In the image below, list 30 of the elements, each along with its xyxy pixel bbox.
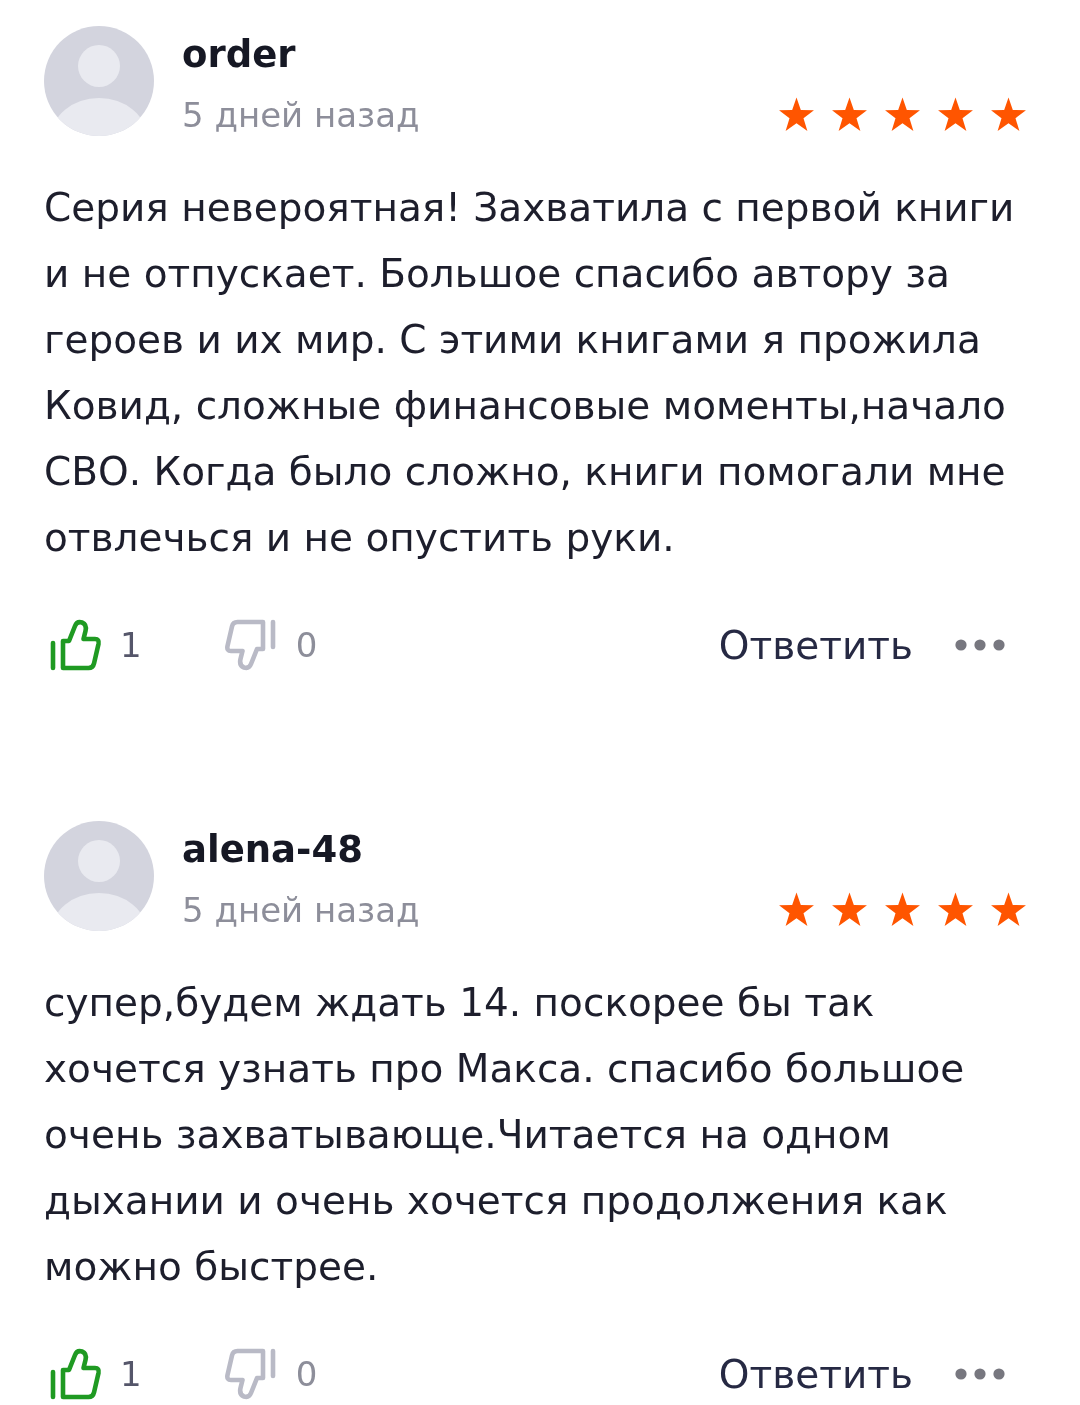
star-icon [884, 97, 921, 133]
ellipsis-icon [955, 639, 1005, 651]
thumbs-down-icon [223, 1347, 278, 1401]
star-icon [884, 892, 921, 928]
avatar-icon [44, 821, 154, 931]
review-text: Серия невероятная! Захватила с первой книги и не отпускает. Большое спасибо автору за героев и их мир. С этими книгами я прожила Ковид, сложные финансовые моменты,начало СВО. Когда было сложно, книги помогали мне отвлечься и не опустить руки. [44, 184, 1016, 562]
review-text: супер,будем ждать 14. поскорее бы так хочется узнать про Макса. спасибо большое очень захватывающе.Читается на одном дыхании и очень хочется продолжения как можно быстрее. [44, 979, 966, 1291]
star-icon [831, 97, 868, 133]
more-button[interactable] [955, 639, 1005, 651]
reply-button[interactable]: Ответить [718, 1351, 913, 1397]
author-name: alena-48 [182, 827, 364, 873]
star-icon [778, 892, 815, 928]
ellipsis-icon [955, 1368, 1005, 1380]
avatar-icon [44, 26, 154, 136]
like-button[interactable]: 1 [48, 1347, 142, 1401]
thumbs-down-icon [223, 618, 278, 672]
more-button[interactable] [955, 1368, 1005, 1380]
star-icon [831, 892, 868, 928]
star-icon [937, 892, 974, 928]
thumbs-up-icon [48, 1347, 102, 1401]
review-date: 5 дней назад [182, 889, 420, 932]
star-icon [990, 892, 1027, 928]
star-icon [937, 97, 974, 133]
thumbs-up-icon [48, 618, 102, 672]
reply-button[interactable]: Ответить [718, 622, 913, 668]
star-icon [990, 97, 1027, 133]
review-date: 5 дней назад [182, 94, 420, 137]
author-name: order [182, 32, 297, 78]
star-icon [778, 97, 815, 133]
like-button[interactable]: 1 [48, 618, 142, 672]
